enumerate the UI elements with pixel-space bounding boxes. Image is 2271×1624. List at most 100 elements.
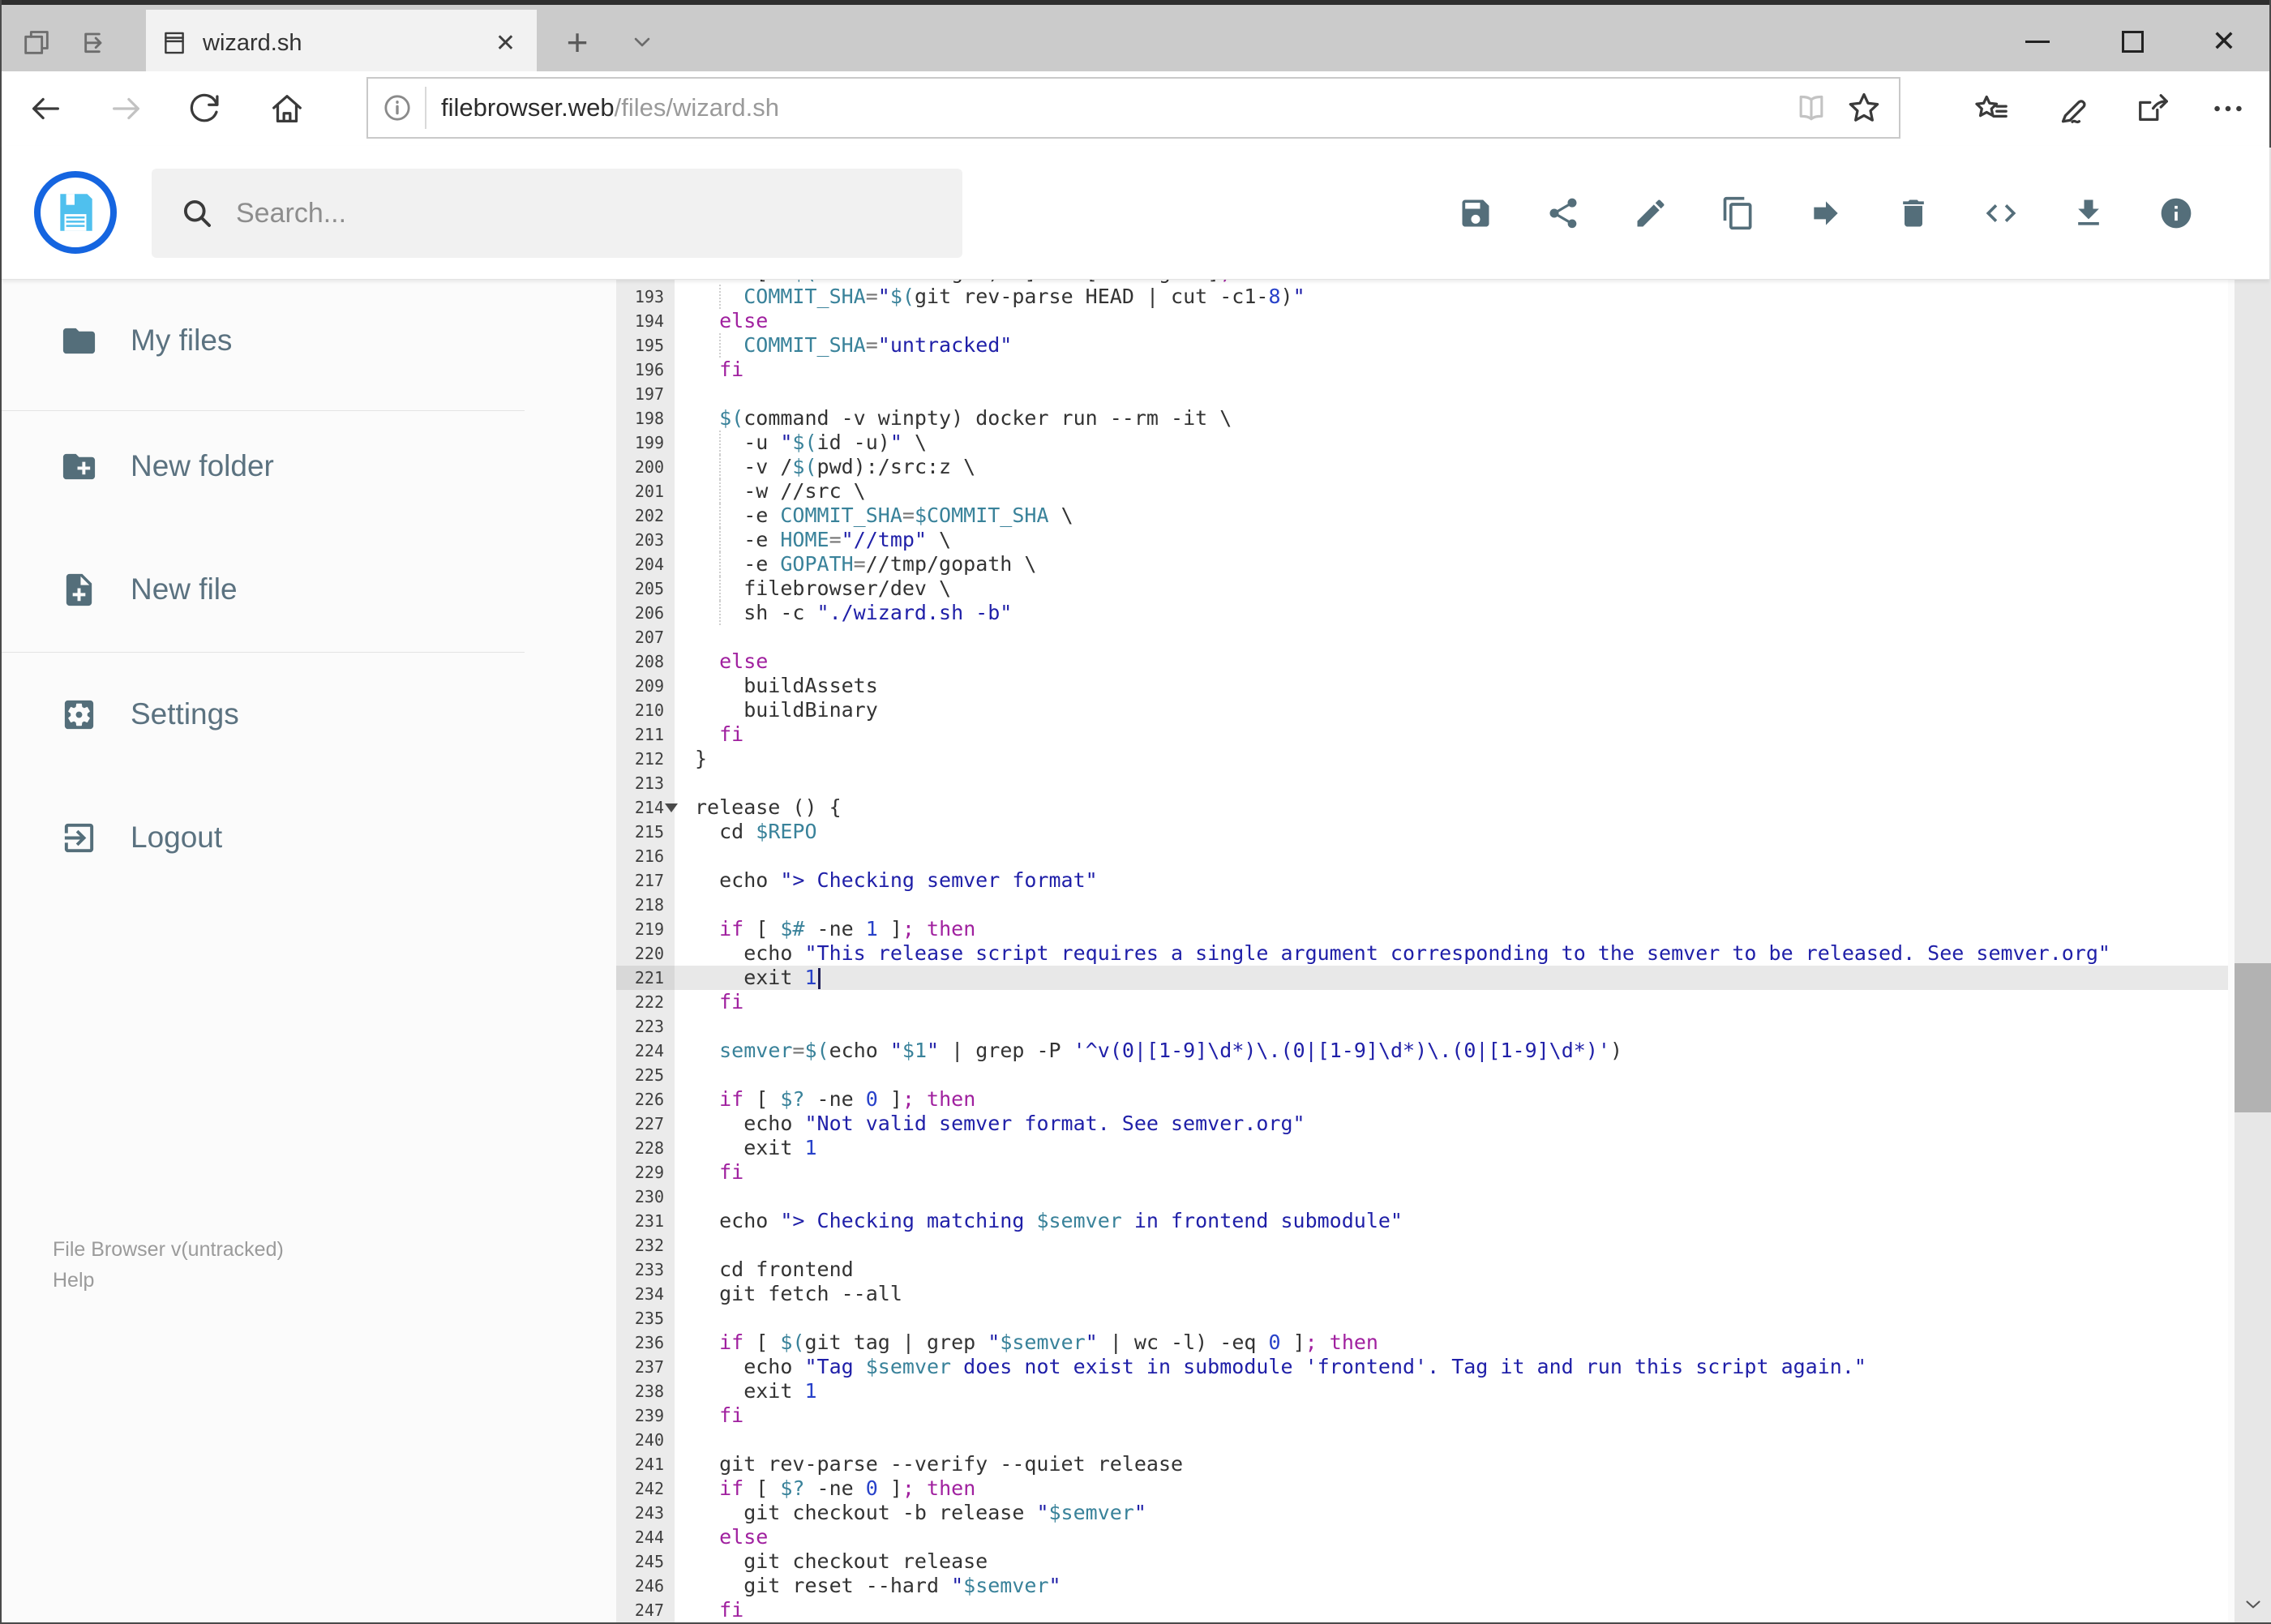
code-line-242[interactable]: 242 if [ $? -ne 0 ]; then [616, 1476, 2228, 1501]
move-button[interactable] [1808, 195, 1844, 231]
code-line-238[interactable]: 238 exit 1 [616, 1379, 2228, 1403]
tab-close-button[interactable]: ✕ [489, 29, 522, 58]
new-tab-button[interactable]: + [555, 21, 600, 63]
rename-button[interactable] [1633, 195, 1669, 231]
delete-button[interactable] [1896, 195, 1931, 231]
code-line-244[interactable]: 244 else [616, 1525, 2228, 1549]
code-line-215[interactable]: 215 cd $REPO [616, 820, 2228, 844]
hub-favorites-button[interactable] [1965, 83, 2017, 135]
window-minimize-button[interactable] [2001, 16, 2074, 66]
info-button[interactable] [2158, 195, 2194, 231]
code-line-204[interactable]: 204 -e GOPATH=//tmp/gopath \ [616, 552, 2228, 576]
code-line-203[interactable]: 203 -e HOME="//tmp" \ [616, 528, 2228, 552]
annotate-button[interactable] [2046, 83, 2098, 135]
code-line-197[interactable]: 197 [616, 382, 2228, 406]
url-text[interactable]: filebrowser.web/files/wizard.sh [441, 93, 1793, 122]
code-line-229[interactable]: 229 fi [616, 1160, 2228, 1185]
set-tabs-aside-button[interactable] [73, 23, 120, 62]
reading-view-icon[interactable] [1793, 90, 1829, 126]
save-button[interactable] [1458, 195, 1493, 231]
search-box[interactable] [152, 169, 962, 258]
back-button[interactable] [19, 83, 71, 135]
code-line-205[interactable]: 205 filebrowser/dev \ [616, 576, 2228, 601]
code-line-241[interactable]: 241 git rev-parse --verify --quiet relea… [616, 1452, 2228, 1476]
code-line-225[interactable]: 225 [616, 1063, 2228, 1087]
code-line-228[interactable]: 228 exit 1 [616, 1136, 2228, 1160]
fold-arrow-icon[interactable] [665, 803, 678, 812]
code-line-193[interactable]: 193 COMMIT_SHA="$(git rev-parse HEAD | c… [616, 285, 2228, 309]
code-line-200[interactable]: 200 -v /$(pwd):/src:z \ [616, 455, 2228, 479]
code-line-247[interactable]: 247 fi [616, 1598, 2228, 1622]
sidebar-item-settings[interactable]: Settings [2, 677, 525, 752]
home-button[interactable] [261, 83, 313, 135]
search-input[interactable] [236, 197, 885, 229]
code-line-211[interactable]: 211 fi [616, 722, 2228, 747]
code-line-199[interactable]: 199 -u "$(id -u)" \ [616, 431, 2228, 455]
code-line-226[interactable]: 226 if [ $? -ne 0 ]; then [616, 1087, 2228, 1112]
code-line-235[interactable]: 235 [616, 1306, 2228, 1330]
more-actions-button[interactable] [2202, 83, 2254, 135]
code-line-240[interactable]: 240 [616, 1428, 2228, 1452]
code-line-213[interactable]: 213 [616, 771, 2228, 795]
code-line-239[interactable]: 239 fi [616, 1403, 2228, 1428]
code-line-234[interactable]: 234 git fetch --all [616, 1282, 2228, 1306]
code-line-194[interactable]: 194 else [616, 309, 2228, 333]
tab-list-chevron-button[interactable] [619, 23, 665, 62]
code-line-196[interactable]: 196 fi [616, 358, 2228, 382]
browser-tab[interactable]: wizard.sh ✕ [146, 10, 537, 76]
scroll-down-button[interactable] [2235, 1585, 2271, 1622]
code-line-212[interactable]: 212} [616, 747, 2228, 771]
share-button[interactable] [2127, 83, 2179, 135]
sidebar-item-logout[interactable]: Logout [2, 800, 525, 875]
address-bar[interactable]: filebrowser.web/files/wizard.sh [366, 77, 1900, 139]
code-line-207[interactable]: 207 [616, 625, 2228, 649]
sidebar-item-new-folder[interactable]: New folder [2, 429, 525, 503]
window-maximize-button[interactable] [2096, 16, 2169, 66]
code-line-233[interactable]: 233 cd frontend [616, 1258, 2228, 1282]
code-line-208[interactable]: 208 else [616, 649, 2228, 674]
scrollbar-thumb[interactable] [2235, 963, 2271, 1112]
code-line-209[interactable]: 209 buildAssets [616, 674, 2228, 698]
code-line-201[interactable]: 201 -w //src \ [616, 479, 2228, 503]
code-line-246[interactable]: 246 git reset --hard "$semver" [616, 1574, 2228, 1598]
favorite-star-icon[interactable] [1845, 89, 1883, 126]
code-line-195[interactable]: 195 COMMIT_SHA="untracked" [616, 333, 2228, 358]
download-button[interactable] [2071, 195, 2106, 231]
code-editor[interactable]: 192 if [ "$(command -v git)" ] && [ -d .… [616, 280, 2228, 1622]
sidebar-item-new-file[interactable]: New file [2, 552, 525, 627]
code-line-218[interactable]: 218 [616, 893, 2228, 917]
code-line-198[interactable]: 198 $(command -v winpty) docker run --rm… [616, 406, 2228, 431]
page-scrollbar[interactable] [2235, 148, 2271, 1622]
share-button[interactable] [1545, 195, 1581, 231]
code-line-224[interactable]: 224 semver=$(echo "$1" | grep -P '^v(0|[… [616, 1039, 2228, 1063]
window-close-button[interactable]: ✕ [2187, 16, 2260, 66]
code-line-236[interactable]: 236 if [ $(git tag | grep "$semver" | wc… [616, 1330, 2228, 1355]
tab-preview-button[interactable] [13, 23, 60, 62]
code-line-216[interactable]: 216 [616, 844, 2228, 868]
code-line-245[interactable]: 245 git checkout release [616, 1549, 2228, 1574]
code-line-219[interactable]: 219 if [ $# -ne 1 ]; then [616, 917, 2228, 941]
code-line-243[interactable]: 243 git checkout -b release "$semver" [616, 1501, 2228, 1525]
copy-button[interactable] [1720, 195, 1756, 231]
code-line-220[interactable]: 220 echo "This release script requires a… [616, 941, 2228, 966]
sidebar-item-my-files[interactable]: My files [2, 303, 525, 378]
code-line-210[interactable]: 210 buildBinary [616, 698, 2228, 722]
code-button[interactable] [1983, 195, 2019, 231]
code-line-217[interactable]: 217 echo "> Checking semver format" [616, 868, 2228, 893]
forward-button[interactable] [101, 83, 152, 135]
filebrowser-logo[interactable] [34, 171, 117, 254]
code-line-227[interactable]: 227 echo "Not valid semver format. See s… [616, 1112, 2228, 1136]
code-line-231[interactable]: 231 echo "> Checking matching $semver in… [616, 1209, 2228, 1233]
code-line-206[interactable]: 206 sh -c "./wizard.sh -b" [616, 601, 2228, 625]
code-line-221[interactable]: 221 exit 1 [616, 966, 2228, 990]
code-line-230[interactable]: 230 [616, 1185, 2228, 1209]
code-line-223[interactable]: 223 [616, 1014, 2228, 1039]
code-line-237[interactable]: 237 echo "Tag $semver does not exist in … [616, 1355, 2228, 1379]
refresh-button[interactable] [178, 83, 230, 135]
code-line-222[interactable]: 222 fi [616, 990, 2228, 1014]
code-line-232[interactable]: 232 [616, 1233, 2228, 1258]
code-line-214[interactable]: 214 release () { [616, 795, 2228, 820]
site-info-icon[interactable] [381, 92, 413, 124]
code-line-202[interactable]: 202 -e COMMIT_SHA=$COMMIT_SHA \ [616, 503, 2228, 528]
help-link[interactable]: Help [53, 1269, 94, 1292]
